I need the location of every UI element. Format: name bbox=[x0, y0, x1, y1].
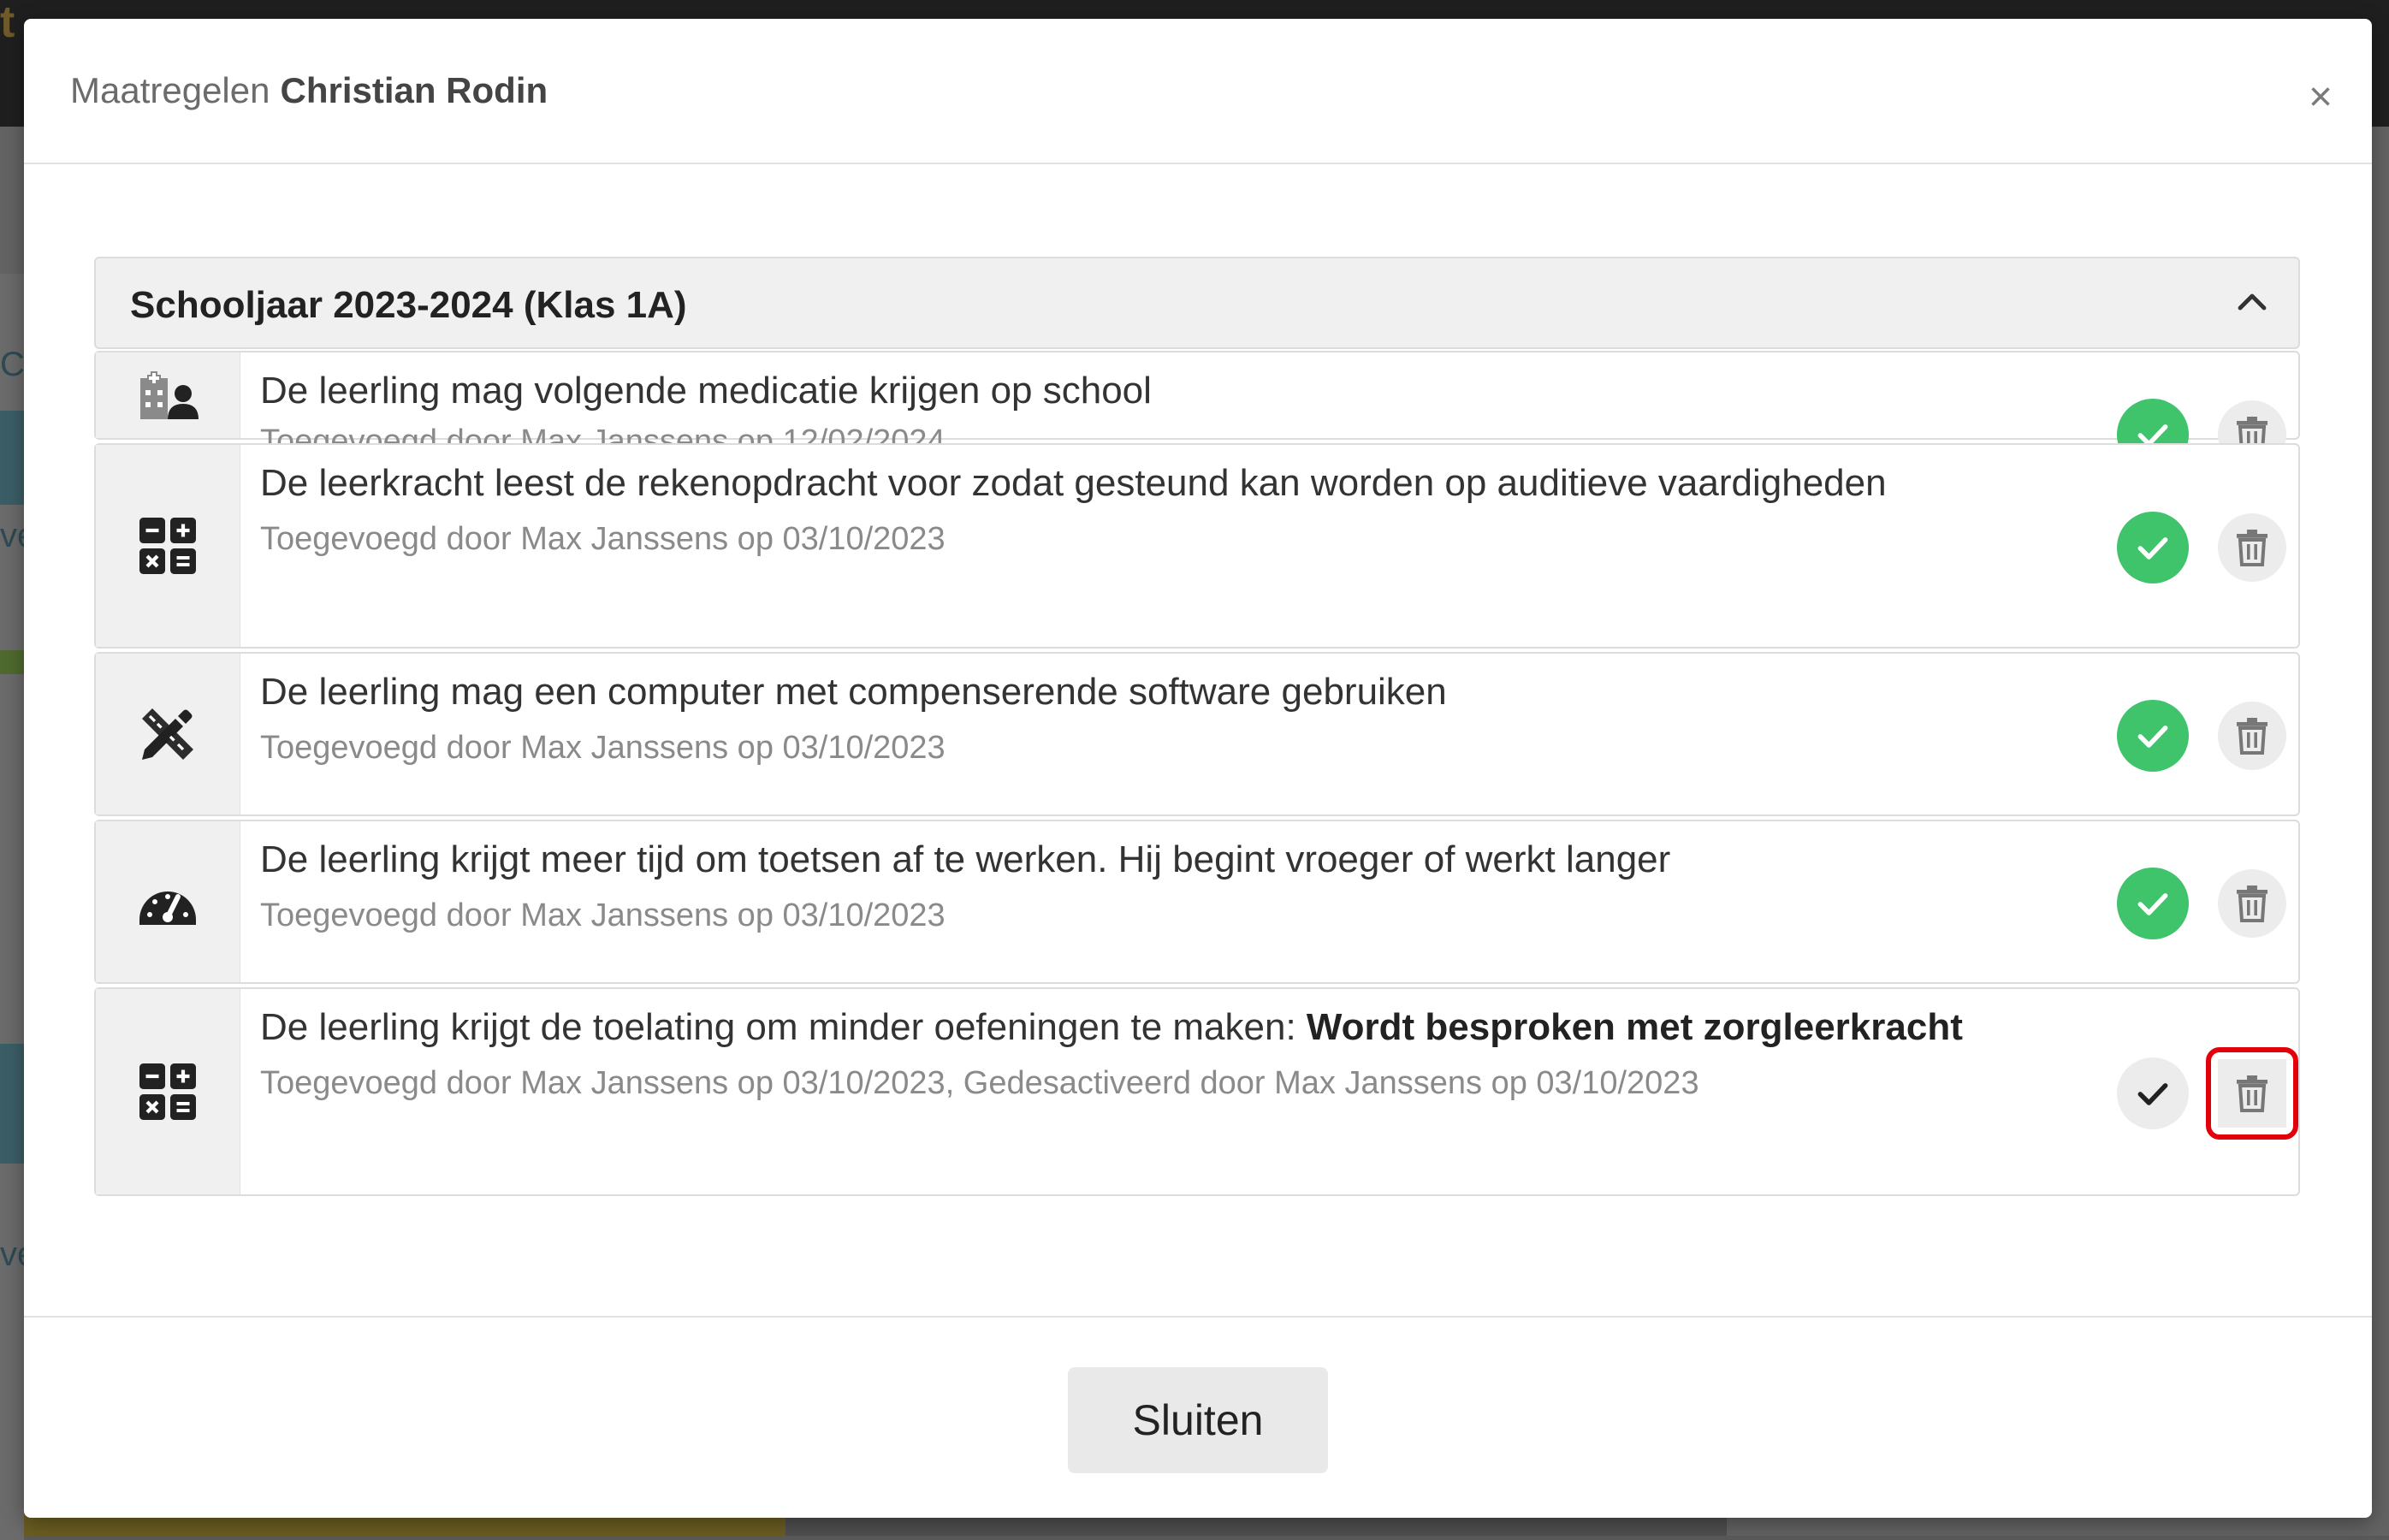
measure-item: De leerkracht leest de rekenopdracht voo… bbox=[94, 443, 2300, 649]
measure-title: De leerkracht leest de rekenopdracht voo… bbox=[260, 462, 1887, 504]
measure-meta: Toegevoegd door Max Janssens op 03/10/20… bbox=[260, 730, 946, 766]
measures-modal: Maatregelen Christian Rodin × Schooljaar … bbox=[24, 19, 2372, 1518]
background-logo-fragment: t bbox=[0, 0, 15, 47]
measure-title-note: Wordt besproken met zorgleerkracht bbox=[1306, 1006, 1963, 1048]
modal-title: Maatregelen Christian Rodin bbox=[70, 70, 548, 111]
activate-toggle-button[interactable] bbox=[2117, 700, 2189, 772]
measure-item: De leerling mag een computer met compens… bbox=[94, 652, 2300, 816]
calculator-icon bbox=[139, 1063, 196, 1120]
schoolyear-title: Schooljaar 2023-2024 (Klas 1A) bbox=[130, 284, 687, 326]
hospital-user-icon bbox=[140, 371, 199, 419]
chevron-up-icon[interactable] bbox=[2232, 282, 2273, 323]
measure-meta: Toegevoegd door Max Janssens op 03/10/20… bbox=[260, 897, 946, 933]
check-icon bbox=[2137, 1083, 2168, 1105]
measure-title: De leerling mag volgende medicatie krijg… bbox=[260, 370, 1152, 412]
background-teal-block bbox=[0, 411, 24, 505]
pencil-ruler-icon bbox=[142, 708, 193, 760]
delete-button[interactable] bbox=[2218, 702, 2286, 770]
delete-button[interactable] bbox=[2218, 513, 2286, 582]
activate-toggle-button[interactable] bbox=[2117, 868, 2189, 939]
check-icon bbox=[2137, 537, 2168, 560]
delete-button[interactable] bbox=[2218, 869, 2286, 938]
student-name: Christian Rodin bbox=[280, 70, 548, 110]
measure-icon-cell bbox=[96, 821, 240, 982]
measure-item: De leerling mag volgende medicatie krijg… bbox=[94, 351, 2300, 471]
close-button[interactable]: × bbox=[2295, 72, 2346, 123]
modal-body: Schooljaar 2023-2024 (Klas 1A) De leerli… bbox=[24, 164, 2372, 1333]
measure-meta: Toegevoegd door Max Janssens op 03/10/20… bbox=[260, 1065, 1699, 1101]
measure-item: De leerling krijgt meer tijd om toetsen … bbox=[94, 820, 2300, 984]
measure-title: De leerling krijgt meer tijd om toetsen … bbox=[260, 838, 1671, 880]
gauge-icon bbox=[139, 891, 196, 925]
measure-icon-cell bbox=[96, 445, 240, 647]
activate-toggle-button[interactable] bbox=[2117, 1057, 2189, 1129]
trash-icon bbox=[2237, 530, 2267, 566]
background-teal-block bbox=[0, 1044, 24, 1164]
modal-footer: Sluiten bbox=[24, 1316, 2372, 1518]
measure-item: De leerling krijgt de toelating om minde… bbox=[94, 987, 2300, 1196]
background-green-block bbox=[0, 650, 24, 674]
trash-icon bbox=[2237, 718, 2267, 755]
activate-toggle-button[interactable] bbox=[2117, 512, 2189, 583]
calculator-icon bbox=[139, 518, 196, 574]
trash-icon bbox=[2237, 1075, 2267, 1112]
check-icon bbox=[2137, 893, 2168, 915]
delete-button[interactable] bbox=[2206, 1047, 2298, 1140]
trash-icon bbox=[2237, 886, 2267, 922]
schoolyear-accordion-header[interactable]: Schooljaar 2023-2024 (Klas 1A) bbox=[94, 257, 2300, 349]
measure-icon-cell bbox=[96, 654, 240, 814]
check-icon bbox=[2137, 726, 2168, 748]
measure-icon-cell bbox=[96, 352, 240, 438]
measure-icon-cell bbox=[96, 989, 240, 1194]
measure-meta: Toegevoegd door Max Janssens op 03/10/20… bbox=[260, 521, 946, 557]
measure-title: De leerling mag een computer met compens… bbox=[260, 671, 1447, 713]
measure-title: De leerling krijgt de toelating om minde… bbox=[260, 1006, 1963, 1048]
modal-title-prefix: Maatregelen bbox=[70, 70, 270, 110]
close-footer-button[interactable]: Sluiten bbox=[1068, 1367, 1328, 1473]
modal-header: Maatregelen Christian Rodin × bbox=[24, 19, 2372, 164]
